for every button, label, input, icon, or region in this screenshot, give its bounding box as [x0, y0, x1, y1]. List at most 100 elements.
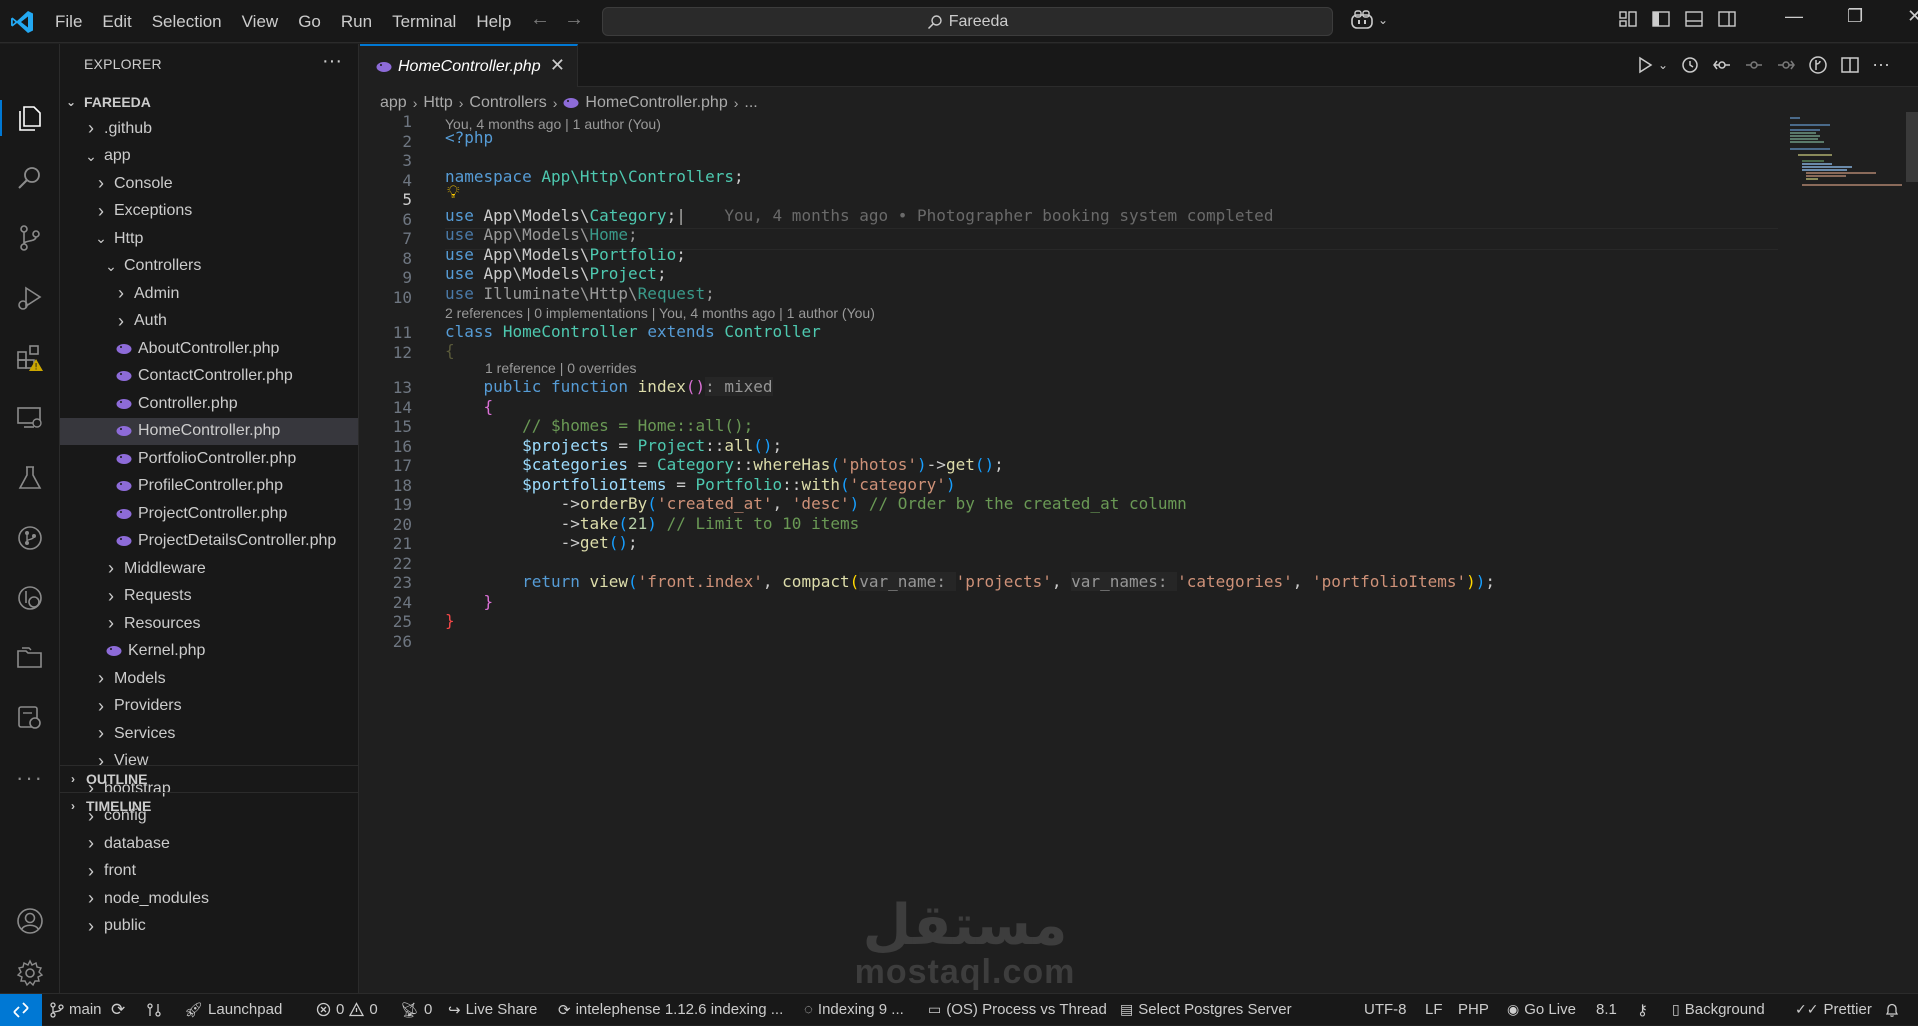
menu-go[interactable]: Go: [288, 0, 331, 43]
file-item[interactable]: ContactController.php: [60, 363, 358, 390]
git-branch[interactable]: main: [50, 994, 102, 1025]
ports-status[interactable]: 📡︎ 0: [400, 994, 432, 1025]
folder-item[interactable]: › database: [60, 830, 358, 857]
extensions-warning-icon[interactable]: !: [13, 341, 47, 375]
problems-status[interactable]: 0 0: [316, 994, 378, 1025]
folder-item[interactable]: › Middleware: [60, 555, 358, 582]
folder-item[interactable]: › Models: [60, 665, 358, 692]
tab-close-icon[interactable]: ✕: [550, 55, 565, 76]
compare-changes-icon[interactable]: [1712, 55, 1732, 75]
accounts-icon[interactable]: [13, 904, 47, 938]
toggle-panel-icon[interactable]: [1684, 9, 1704, 29]
codelens-method[interactable]: 1 reference | 0 overrides: [485, 360, 637, 376]
explorer-more-icon[interactable]: ···: [322, 50, 342, 73]
git-graph-icon[interactable]: [13, 521, 47, 555]
indexing-status[interactable]: ◌ Indexing 9 ...: [804, 994, 904, 1025]
copilot-button[interactable]: ⌄: [1350, 9, 1388, 31]
run-icon[interactable]: [1636, 56, 1654, 74]
breadcrumb-symbol[interactable]: ...: [744, 94, 757, 112]
file-item[interactable]: HomeController.php: [60, 417, 358, 445]
eol-status[interactable]: LF: [1425, 994, 1443, 1025]
toggle-secondary-sidebar-icon[interactable]: [1717, 9, 1737, 29]
timeline-section[interactable]: › TIMELINE: [60, 792, 358, 819]
project-manager-icon[interactable]: [13, 641, 47, 675]
folder-item[interactable]: › Resources: [60, 610, 358, 637]
git-graph-status[interactable]: [146, 994, 162, 1025]
folder-item[interactable]: › Requests: [60, 583, 358, 610]
command-center[interactable]: Fareeda: [602, 7, 1333, 36]
breadcrumb-file[interactable]: HomeController.php: [585, 94, 727, 112]
file-item[interactable]: ProjectController.php: [60, 500, 358, 527]
key-status[interactable]: ⚷: [1637, 994, 1648, 1025]
breadcrumb-controllers[interactable]: Controllers: [469, 94, 546, 112]
remote-explorer-icon[interactable]: [13, 401, 47, 435]
folder-item[interactable]: ⌄ Controllers: [60, 253, 358, 280]
php-version-status[interactable]: 8.1: [1596, 994, 1617, 1025]
forward-arrow-icon[interactable]: →: [564, 8, 584, 31]
folder-item[interactable]: › Admin: [60, 280, 358, 307]
minimap[interactable]: [1780, 112, 1905, 312]
previous-change-icon[interactable]: [1744, 55, 1764, 75]
background-status[interactable]: ▯ Background: [1672, 994, 1765, 1025]
file-item[interactable]: PortfolioController.php: [60, 445, 358, 472]
file-item[interactable]: Kernel.php: [60, 638, 358, 665]
close-window-icon[interactable]: ✕: [1907, 6, 1918, 27]
chevron-down-icon[interactable]: ⌄: [1658, 58, 1668, 72]
back-arrow-icon[interactable]: ←: [530, 8, 550, 31]
file-item[interactable]: ProfileController.php: [60, 473, 358, 500]
menu-help[interactable]: Help: [466, 0, 521, 43]
menu-file[interactable]: File: [45, 0, 92, 43]
breadcrumb-http[interactable]: Http: [423, 94, 452, 112]
postgres-status[interactable]: ▤ Select Postgres Server: [1120, 994, 1292, 1025]
folder-item[interactable]: › Exceptions: [60, 198, 358, 225]
remote-indicator[interactable]: [0, 994, 42, 1026]
intelephense-status[interactable]: ⟳ intelephense 1.12.6 indexing ...: [558, 994, 783, 1025]
file-item[interactable]: AboutController.php: [60, 335, 358, 362]
menu-terminal[interactable]: Terminal: [382, 0, 466, 43]
live-share-status[interactable]: ↪ Live Share: [448, 994, 537, 1025]
run-debug-icon[interactable]: [13, 281, 47, 315]
folder-item[interactable]: › public: [60, 913, 358, 940]
file-item[interactable]: ProjectDetailsController.php: [60, 528, 358, 555]
manage-gear-icon[interactable]: [13, 956, 47, 990]
docker-icon[interactable]: [13, 701, 47, 735]
menu-view[interactable]: View: [232, 0, 289, 43]
folder-item[interactable]: › front: [60, 858, 358, 885]
more-actions-icon[interactable]: ···: [1872, 54, 1890, 75]
restore-icon[interactable]: ❐: [1847, 6, 1863, 27]
outline-section[interactable]: › OUTLINE: [60, 765, 358, 792]
go-live-status[interactable]: ◉ Go Live: [1507, 994, 1576, 1025]
file-item[interactable]: Controller.php: [60, 390, 358, 417]
encoding-status[interactable]: UTF-8: [1364, 994, 1407, 1025]
toggle-primary-sidebar-icon[interactable]: [1651, 9, 1671, 29]
more-views-icon[interactable]: ···: [13, 761, 47, 795]
explorer-icon[interactable]: [13, 101, 47, 135]
gitlens-inspect-icon[interactable]: [1808, 55, 1828, 75]
timeline-history-icon[interactable]: [1680, 55, 1700, 75]
menu-selection[interactable]: Selection: [142, 0, 232, 43]
menu-edit[interactable]: Edit: [92, 0, 141, 43]
breadcrumb-app[interactable]: app: [380, 94, 407, 112]
source-control-icon[interactable]: [13, 221, 47, 255]
explorer-root[interactable]: ⌄ FAREEDA: [60, 88, 358, 115]
customize-layout-icon[interactable]: [1618, 9, 1638, 29]
folder-item[interactable]: › Providers: [60, 693, 358, 720]
launchpad-status[interactable]: 🚀︎ Launchpad: [184, 994, 282, 1025]
notifications-status[interactable]: [1884, 994, 1900, 1025]
folder-item[interactable]: › Auth: [60, 308, 358, 335]
tab-homecontroller[interactable]: HomeController.php ✕: [360, 44, 578, 87]
folder-item[interactable]: › .github: [60, 115, 358, 142]
editor-scrollbar[interactable]: [1906, 112, 1918, 182]
menu-run[interactable]: Run: [331, 0, 382, 43]
folder-item[interactable]: › Console: [60, 170, 358, 197]
gitlens-icon[interactable]: [13, 581, 47, 615]
code-content[interactable]: <?php namespace App\Http\Controllers; 💡︎…: [445, 112, 1775, 672]
testing-icon[interactable]: [13, 461, 47, 495]
split-editor-icon[interactable]: [1840, 55, 1860, 75]
codelens-class[interactable]: 2 references | 0 implementations | You, …: [445, 305, 875, 321]
folder-item[interactable]: › node_modules: [60, 885, 358, 912]
minimize-icon[interactable]: —: [1785, 6, 1803, 27]
next-change-icon[interactable]: [1776, 55, 1796, 75]
lightbulb-icon[interactable]: 💡︎: [447, 182, 460, 203]
folder-item[interactable]: ⌄ app: [60, 143, 358, 170]
